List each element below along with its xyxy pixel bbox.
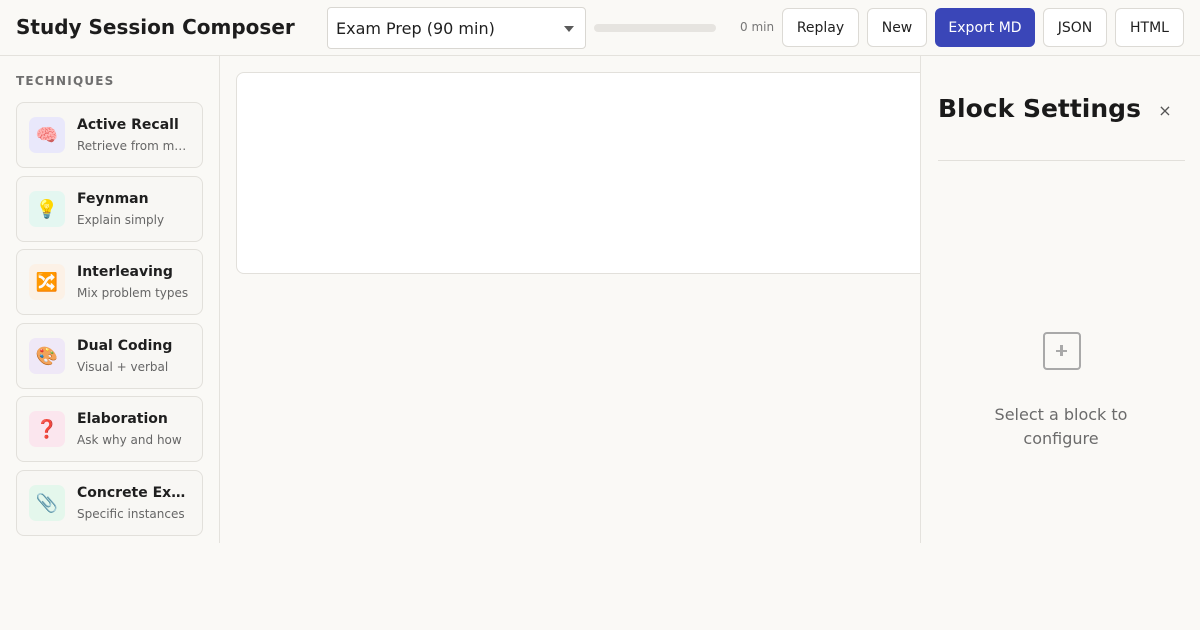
- technique-description: Retrieve from memory: [77, 139, 193, 153]
- technique-name: Feynman: [77, 191, 149, 207]
- technique-name: Active Recall: [77, 117, 179, 133]
- lightbulb-icon: 💡: [29, 191, 65, 227]
- settings-divider: [938, 160, 1185, 161]
- settings-title: Block Settings: [938, 94, 1141, 123]
- technique-name: Concrete Examples: [77, 485, 193, 501]
- shuffle-icon: 🔀: [29, 264, 65, 300]
- technique-description: Ask why and how: [77, 433, 182, 447]
- techniques-sidebar: TECHNIQUES 🧠 Active Recall Retrieve from…: [0, 56, 220, 543]
- technique-card-active-recall[interactable]: 🧠 Active Recall Retrieve from memory: [16, 102, 203, 168]
- technique-card-elaboration[interactable]: ❓ Elaboration Ask why and how: [16, 396, 203, 462]
- export-md-button[interactable]: Export MD: [935, 8, 1035, 47]
- session-progress-bar: [594, 24, 716, 32]
- paperclip-icon: 📎: [29, 485, 65, 521]
- replay-button[interactable]: Replay: [782, 8, 859, 47]
- technique-name: Interleaving: [77, 264, 173, 280]
- new-button[interactable]: New: [867, 8, 927, 47]
- question-icon: ❓: [29, 411, 65, 447]
- add-square-icon: [1043, 332, 1081, 370]
- session-drop-zone[interactable]: [236, 72, 936, 274]
- technique-card-dual-coding[interactable]: 🎨 Dual Coding Visual + verbal: [16, 323, 203, 389]
- palette-icon: 🎨: [29, 338, 65, 374]
- techniques-heading: TECHNIQUES: [16, 74, 115, 88]
- block-settings-panel: Block Settings × Select a block to confi…: [920, 56, 1200, 543]
- preset-select-value: Exam Prep (90 min): [336, 18, 495, 38]
- technique-description: Visual + verbal: [77, 360, 169, 374]
- export-json-button[interactable]: JSON: [1043, 8, 1107, 47]
- preset-select[interactable]: Exam Prep (90 min): [327, 7, 586, 49]
- technique-card-interleaving[interactable]: 🔀 Interleaving Mix problem types: [16, 249, 203, 315]
- empty-state-message: Select a block to configure: [994, 405, 1128, 448]
- technique-name: Elaboration: [77, 411, 168, 427]
- technique-description: Specific instances: [77, 507, 185, 521]
- session-canvas: [220, 56, 936, 543]
- total-minutes: 0 min: [740, 20, 775, 34]
- brain-icon: 🧠: [29, 117, 65, 153]
- technique-description: Mix problem types: [77, 286, 189, 300]
- export-html-button[interactable]: HTML: [1115, 8, 1184, 47]
- technique-description: Explain simply: [77, 213, 165, 227]
- close-icon[interactable]: ×: [1153, 98, 1177, 122]
- top-bar: Study Session Composer Exam Prep (90 min…: [0, 0, 1200, 56]
- app-title: Study Session Composer: [16, 15, 295, 39]
- chevron-down-icon: [564, 26, 574, 32]
- technique-name: Dual Coding: [77, 338, 173, 354]
- technique-card-concrete-examples[interactable]: 📎 Concrete Examples Specific instances: [16, 470, 203, 536]
- technique-card-feynman[interactable]: 💡 Feynman Explain simply: [16, 176, 203, 242]
